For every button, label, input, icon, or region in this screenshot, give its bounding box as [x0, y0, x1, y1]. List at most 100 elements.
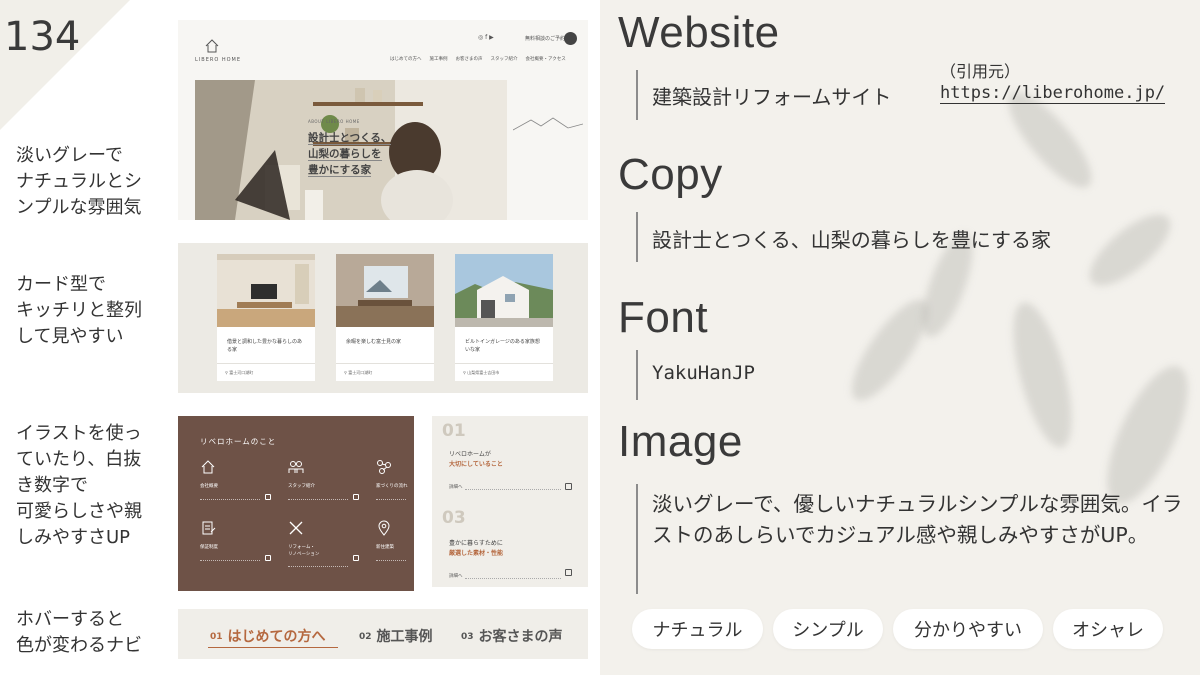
leaf-shadow	[1001, 296, 1084, 454]
tag-stylish: オシャレ	[1053, 609, 1163, 649]
copy-text: 設計士とつくる、山梨の暮らしを豊にする家	[652, 228, 1051, 252]
site-nav-item[interactable]: 会社概要・アクセス	[526, 56, 566, 62]
nav-item-works[interactable]: 02 施工事例	[359, 626, 433, 646]
hero-copy-line: 豊かにする家	[308, 164, 372, 177]
card-location-text: 山梨県富士吉田市	[467, 370, 500, 375]
card-location-text: 富士河口湖町	[229, 370, 254, 375]
card-photo	[217, 254, 315, 327]
website-heading: Website	[618, 8, 780, 57]
feature-text[interactable]: 豊かに暮らすために 厳選した素材・性能	[449, 539, 503, 559]
site-logo-text: LIBERO HOME	[195, 57, 242, 63]
hero-copy-line: 山梨の暮らしを	[308, 148, 382, 161]
flow-icon	[377, 460, 391, 474]
note-illustration: イラストを使っ ていたり、白抜 き数字で 可愛らしさや親 しみやすさUP	[16, 423, 142, 548]
image-heading: Image	[618, 417, 743, 466]
site-nav-item[interactable]: お客さまの声	[456, 56, 483, 62]
arrow-icon[interactable]	[565, 483, 572, 490]
nav-item-number: 03	[461, 632, 474, 642]
work-card[interactable]: 余暇を楽しむ富士見の家 ⚲ 富士河口湖町	[336, 254, 434, 381]
nav-item-number: 02	[359, 632, 372, 642]
arrow-icon[interactable]	[265, 555, 271, 561]
dotted-line	[465, 578, 561, 579]
reference-url-link[interactable]: https://liberohome.jp/	[940, 83, 1166, 104]
about-item-label[interactable]: 保証制度	[200, 544, 218, 551]
card-title: 借景と調和した豊かな暮らしのある家	[227, 339, 303, 353]
house-icon	[201, 460, 215, 474]
image-description: 淡いグレーで、優しいナチュラルシンプルな雰囲気。イラストのあしらいでカジュアル感…	[652, 492, 1183, 547]
card-location-text: 富士河口湖町	[348, 370, 373, 375]
hover-nav-demo: 01 はじめての方へ 02 施工事例 03 お客さまの声	[178, 609, 588, 659]
feature-more-link[interactable]: 詳細へ	[449, 484, 463, 490]
dotted-line	[200, 499, 260, 500]
feature-line-accent: 厳選した素材・性能	[449, 550, 504, 557]
dotted-line	[200, 560, 260, 561]
note-gray-natural: 淡いグレーで ナチュラルとシ ンプルな雰囲気	[16, 145, 142, 218]
about-item-label[interactable]: 家づくりの流れ	[376, 483, 408, 490]
hero-copy-line: 設計士とつくる、	[308, 132, 392, 145]
site-nav-item[interactable]: はじめての方へ	[390, 56, 422, 62]
house-logo-icon	[205, 39, 219, 53]
nav-active-underline	[208, 647, 338, 648]
feature-line-accent: 大切にしていること	[449, 461, 503, 468]
section-bar	[636, 350, 638, 400]
site-nav-item[interactable]: 施工事例	[430, 56, 448, 62]
reference-label: （引用元）	[940, 62, 1021, 81]
feature-more-link[interactable]: 詳細へ	[449, 573, 463, 579]
card-photo	[336, 254, 434, 327]
hero-about-label: ABOUT LIBERO HOME	[308, 119, 360, 124]
social-icons[interactable]: ◎ f ▶	[478, 34, 494, 41]
website-description: 建築設計リフォームサイト	[652, 85, 892, 109]
dotted-line	[288, 499, 348, 500]
dotted-line	[376, 560, 406, 561]
card-location: ⚲ 富士河口湖町	[336, 364, 434, 382]
mountain-illustration-icon	[513, 117, 583, 131]
feature-line: 豊かに暮らすために	[449, 540, 503, 547]
work-card[interactable]: 借景と調和した豊かな暮らしのある家 ⚲ 富士河口湖町	[217, 254, 315, 381]
card-title: ビルトインガレージのある家族想いな家	[465, 339, 540, 353]
note-hover-nav: ホバーすると 色が変わるナビ	[16, 609, 142, 656]
menu-button[interactable]	[564, 32, 577, 45]
leaf-shadow	[1078, 202, 1182, 298]
card-title: 余暇を楽しむ富士見の家	[346, 339, 402, 345]
card-location: ⚲ 山梨県富士吉田市	[455, 364, 553, 382]
about-item-label[interactable]: リフォーム・ リノベーション	[288, 544, 319, 558]
section-bar	[636, 70, 638, 120]
works-cards-section: 借景と調和した豊かな暮らしのある家 ⚲ 富士河口湖町 余暇を楽しむ富士見の家 ⚲…	[178, 243, 588, 393]
card-location: ⚲ 富士河口湖町	[217, 364, 315, 382]
nav-item-label: お客さまの声	[478, 629, 563, 645]
font-heading: Font	[618, 293, 709, 342]
about-panel-title: リベロホームのこと	[200, 437, 277, 446]
feature-text[interactable]: リベロホームが大切にしていること	[449, 450, 503, 470]
section-bar	[636, 484, 638, 594]
arrow-icon[interactable]	[353, 555, 359, 561]
about-item-label[interactable]: 会社概要	[200, 483, 218, 490]
slide-number: 134	[4, 14, 81, 60]
arrow-icon[interactable]	[353, 494, 359, 500]
tools-icon	[289, 521, 303, 535]
reservation-link[interactable]: 無料相談のご予約	[525, 35, 565, 42]
dotted-line	[288, 566, 348, 567]
site-nav: はじめての方へ 施工事例 お客さまの声 スタッフ紹介 会社概要・アクセス	[390, 56, 566, 62]
location-icon	[378, 520, 390, 536]
nav-item-voices[interactable]: 03 お客さまの声	[461, 626, 563, 646]
tag-natural: ナチュラル	[632, 609, 763, 649]
nav-item-label: 施工事例	[376, 629, 433, 645]
feature-number: 03	[442, 508, 466, 528]
arrow-icon[interactable]	[565, 569, 572, 576]
site-nav-item[interactable]: スタッフ紹介	[491, 56, 518, 62]
work-card[interactable]: ビルトインガレージのある家族想いな家 ⚲ 山梨県富士吉田市	[455, 254, 553, 381]
card-photo	[455, 254, 553, 327]
about-item-label[interactable]: 新住建築	[376, 544, 394, 551]
arrow-icon[interactable]	[265, 494, 271, 500]
nav-item-first-time[interactable]: 01 はじめての方へ	[210, 626, 326, 646]
hero-catchcopy: 設計士とつくる、 山梨の暮らしを 豊かにする家	[308, 130, 392, 178]
about-item-label[interactable]: スタッフ紹介	[288, 483, 315, 490]
nav-item-number: 01	[210, 632, 223, 642]
feature-number: 01	[442, 421, 466, 441]
feature-line: リベロホームが	[449, 451, 491, 458]
tag-simple: シンプル	[773, 609, 883, 649]
section-bar	[636, 212, 638, 262]
copy-heading: Copy	[618, 150, 723, 199]
note-card-layout: カード型で キッチリと整列 して見やすい	[16, 274, 142, 347]
website-screenshot-hero: LIBERO HOME ◎ f ▶ 無料相談のご予約 はじめての方へ 施工事例 …	[178, 20, 588, 220]
